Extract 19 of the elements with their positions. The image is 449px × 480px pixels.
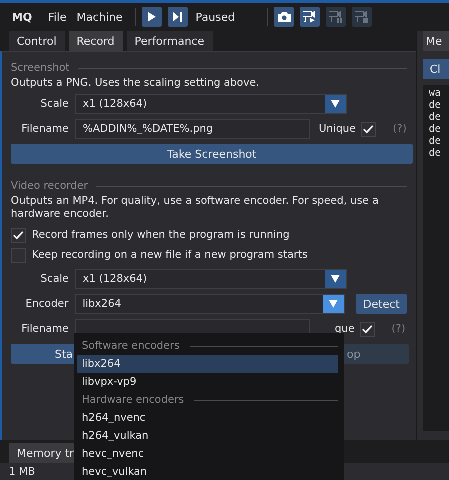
group-heading: Software encoders: [82, 340, 180, 352]
checkbox-label: Record frames only when the program is running: [32, 229, 290, 241]
section-heading: Screenshot: [11, 62, 70, 74]
description: Outputs a PNG. Uses the scaling setting above.: [11, 77, 260, 90]
section-heading: Video recorder: [11, 180, 88, 192]
checkbox-label: Keep recording on a new file if a new program starts: [32, 249, 308, 261]
field-label: Scale: [40, 273, 69, 285]
run-status: Paused: [196, 10, 236, 24]
checkbox-label: Unique: [319, 123, 356, 135]
field-label: Scale: [40, 98, 69, 110]
description: Outputs an MP4. For quality, use a software encoder. For speed, use a hardware encoder.: [11, 195, 380, 221]
field-label: Encoder: [24, 298, 69, 310]
field-label: Filename: [20, 123, 69, 135]
status-text: 1 MB: [9, 466, 36, 478]
checkbox-label: que: [335, 323, 355, 335]
field-label: Filename: [20, 323, 69, 335]
app-name: MQ: [12, 10, 32, 24]
group-heading: Hardware encoders: [82, 394, 184, 406]
log-view: wa de de de de de: [423, 85, 449, 431]
